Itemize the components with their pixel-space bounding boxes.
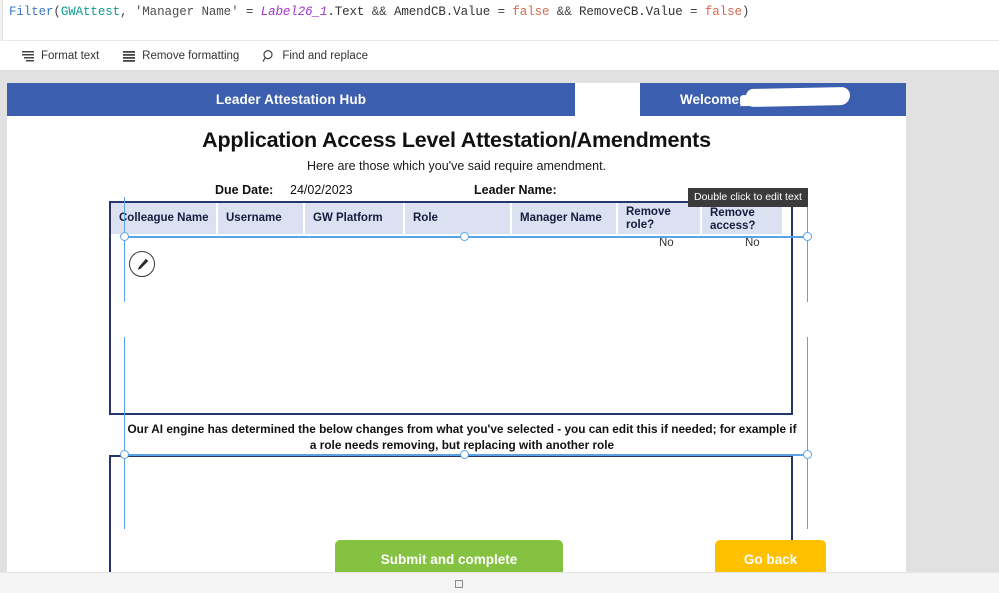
selection-guide-left-top <box>124 197 125 302</box>
column-header-remove-role: Remove role? <box>618 203 700 234</box>
welcome-label: Welcome, <box>680 92 743 107</box>
formula-token: Label26_1 <box>260 5 328 19</box>
editor-toolbar: Format text Remove formatting Find and r… <box>0 41 999 71</box>
formula-token: RemoveCB.Value <box>579 5 683 19</box>
ai-engine-note: Our AI engine has determined the below c… <box>127 422 797 452</box>
formula-bar[interactable]: Filter(GWAttest, 'Manager Name' = Label2… <box>0 0 999 41</box>
amendments-gallery[interactable]: Colleague Name Username GW Platform Role… <box>109 201 793 415</box>
selection-guide-right-bottom <box>807 337 808 529</box>
formula-token: = <box>682 5 705 19</box>
app-title-text: Leader Attestation Hub <box>215 92 367 107</box>
selection-handle-gallery-left[interactable] <box>120 232 129 241</box>
remove-formatting-label: Remove formatting <box>142 49 240 62</box>
column-header-gw-platform: GW Platform <box>305 203 403 234</box>
selection-handle-gallery-middle[interactable] <box>460 232 469 241</box>
find-and-replace-label: Find and replace <box>282 49 368 62</box>
submit-and-complete-button[interactable]: Submit and complete <box>335 540 563 572</box>
selection-handle-bottom-right[interactable] <box>803 450 812 459</box>
column-header-manager-name: Manager Name <box>512 203 616 234</box>
formula-token: GWAttest <box>60 5 121 19</box>
formula-token: ( <box>53 5 61 19</box>
column-header-username: Username <box>218 203 303 234</box>
formula-token: false <box>704 5 742 19</box>
welcome-banner[interactable]: Welcome, <box>640 83 906 116</box>
format-text-label: Format text <box>41 49 100 62</box>
cell-remove-access: No <box>745 237 760 249</box>
app-screen-canvas[interactable]: Leader Attestation Hub Welcome, Applicat… <box>7 83 906 572</box>
selection-handle-gallery-right[interactable] <box>803 232 812 241</box>
column-header-remove-access: Remove access? <box>702 203 782 234</box>
column-header-role: Role <box>405 203 510 234</box>
page-title: Application Access Level Attestation/Ame… <box>202 128 711 152</box>
selection-handle-bottom-left[interactable] <box>120 450 129 459</box>
formula-token: Filter <box>9 5 54 19</box>
designer-canvas-area: Leader Attestation Hub Welcome, Applicat… <box>0 72 999 593</box>
format-text-icon <box>20 48 35 63</box>
find-and-replace-button[interactable]: Find and replace <box>250 41 379 71</box>
formula-token: , <box>120 5 135 19</box>
formula-token: 'Manager Name' <box>134 5 239 19</box>
app-title-banner[interactable]: Leader Attestation Hub <box>7 83 575 116</box>
app-header-gap <box>575 83 640 116</box>
app-header-bar: Leader Attestation Hub Welcome, <box>7 83 906 116</box>
selection-guide-right-top <box>807 197 808 302</box>
selection-guide-left-bottom <box>124 337 125 529</box>
remove-formatting-icon <box>121 48 136 63</box>
formula-token: && <box>364 5 394 19</box>
format-text-button[interactable]: Format text <box>9 41 110 71</box>
due-date-label: Due Date: <box>215 183 274 197</box>
table-row[interactable]: No No <box>111 234 795 415</box>
page-subtitle: Here are those which you've said require… <box>306 159 607 173</box>
selection-handle-bottom-middle[interactable] <box>460 450 469 459</box>
formula-bar-gutter <box>0 0 3 41</box>
formula-token: ) <box>741 5 750 19</box>
canvas-left-gutter <box>0 72 7 572</box>
go-back-button[interactable]: Go back <box>715 540 826 572</box>
due-date-value: 24/02/2023 <box>290 183 353 197</box>
cell-remove-role: No <box>659 237 674 249</box>
leader-name-label: Leader Name: <box>474 183 557 197</box>
remove-formatting-button[interactable]: Remove formatting <box>110 41 250 71</box>
formula-token: .Text <box>327 5 365 19</box>
column-header-colleague-name: Colleague Name <box>111 203 216 234</box>
table-header-row: Colleague Name Username GW Platform Role… <box>111 203 795 234</box>
edit-text-tooltip: Double click to edit text <box>688 188 808 207</box>
canvas-bottom-strip <box>0 572 999 593</box>
canvas-resize-handle[interactable] <box>455 580 463 588</box>
formula-expression[interactable]: Filter(GWAttest, 'Manager Name' = Label2… <box>9 5 749 19</box>
formula-token: && <box>549 5 580 19</box>
formula-token: = <box>490 5 513 19</box>
formula-token: false <box>512 5 550 19</box>
formula-token: AmendCB.Value <box>393 5 491 19</box>
search-icon <box>261 48 276 63</box>
pencil-edit-icon[interactable] <box>129 251 155 277</box>
formula-token: = <box>238 5 261 19</box>
redacted-user-name <box>745 86 851 108</box>
